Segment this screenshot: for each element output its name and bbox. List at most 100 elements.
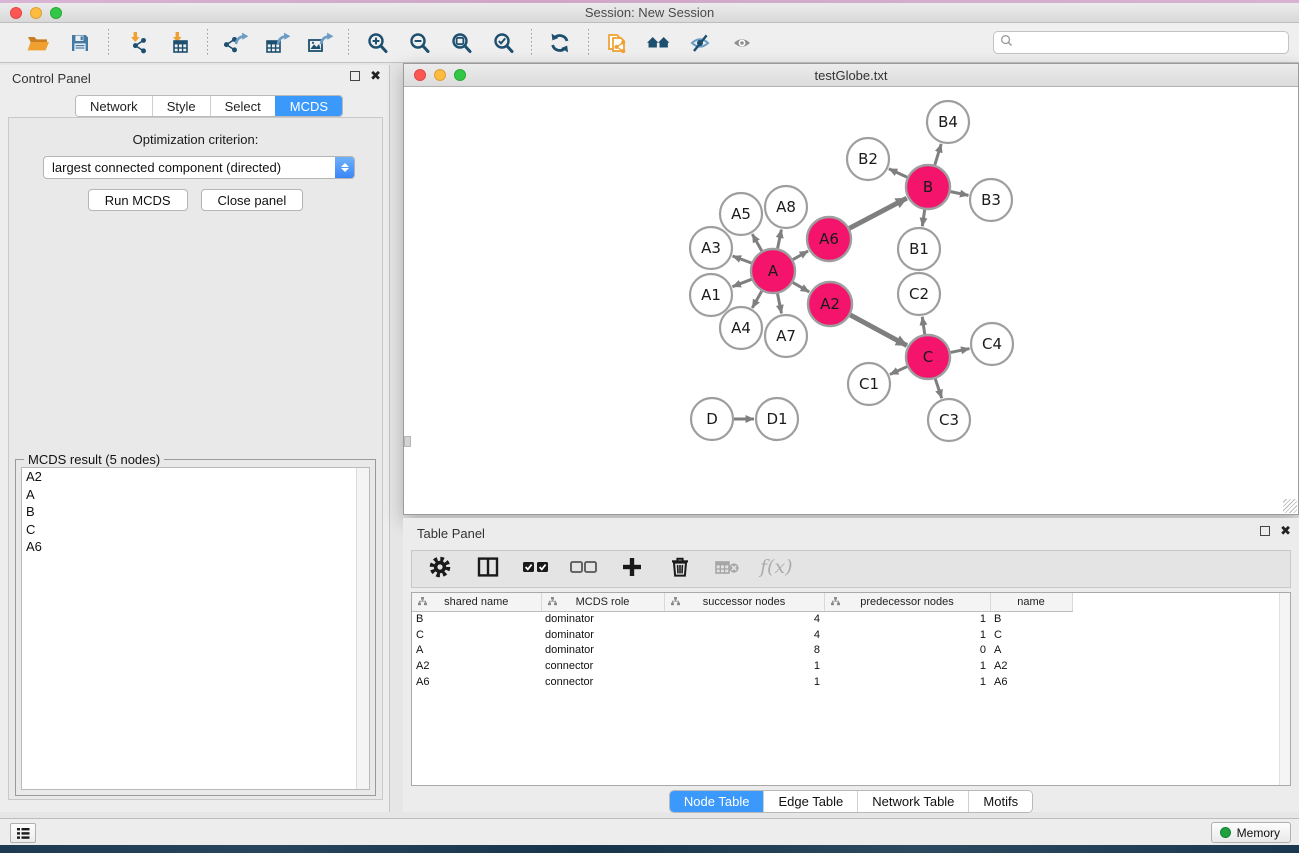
column-header-predecessor-nodes[interactable]: predecessor nodes (824, 593, 990, 611)
search-field[interactable] (993, 31, 1289, 54)
edge-B-B1[interactable] (922, 210, 924, 226)
cell-predecessor-nodes[interactable]: 1 (824, 627, 990, 643)
cell-shared-name[interactable]: A6 (412, 674, 541, 690)
cell-name[interactable]: C (990, 627, 1072, 643)
edge-C-C4[interactable] (951, 349, 970, 353)
edge-A-A3[interactable] (733, 256, 752, 263)
table-row[interactable]: Cdominator41C (412, 627, 1080, 643)
mcds-result-item[interactable]: A2 (22, 468, 369, 486)
cell-shared-name[interactable]: A (412, 642, 541, 658)
close-panel-button[interactable]: Close panel (201, 189, 304, 211)
float-panel-icon[interactable] (350, 71, 360, 81)
cell-name[interactable]: A2 (990, 658, 1072, 674)
network-from-file-button[interactable] (599, 27, 635, 59)
graph-node-A8[interactable]: A8 (765, 186, 807, 228)
delete-row-button[interactable] (666, 555, 694, 583)
open-file-button[interactable] (20, 27, 56, 59)
criterion-dropdown[interactable]: largest connected component (directed) (43, 156, 355, 179)
zoom-in-button[interactable] (359, 27, 395, 59)
cell-name[interactable]: A (990, 642, 1072, 658)
column-header-successor-nodes[interactable]: successor nodes (664, 593, 824, 611)
graph-node-C[interactable]: C (906, 335, 950, 379)
import-network-button[interactable] (119, 27, 155, 59)
tab-network[interactable]: Network (76, 96, 152, 116)
show-details-button[interactable] (725, 27, 761, 59)
edge-A-A8[interactable] (778, 230, 782, 249)
cell-successor-nodes[interactable]: 4 (664, 627, 824, 643)
cell-successor-nodes[interactable]: 1 (664, 674, 824, 690)
edge-B-B4[interactable] (935, 144, 941, 165)
column-header-MCDS-role[interactable]: MCDS role (541, 593, 664, 611)
tab-mcds[interactable]: MCDS (275, 96, 342, 116)
cell-name[interactable]: A6 (990, 674, 1072, 690)
import-table-button[interactable] (161, 27, 197, 59)
graph-node-B[interactable]: B (906, 165, 950, 209)
gear-button[interactable] (426, 555, 454, 583)
edge-A6-B[interactable] (849, 198, 906, 228)
table-float-panel-icon[interactable] (1260, 526, 1270, 536)
cell-predecessor-nodes[interactable]: 1 (824, 611, 990, 627)
export-image-button[interactable] (302, 27, 338, 59)
cell-MCDS-role[interactable]: dominator (541, 611, 664, 627)
cell-successor-nodes[interactable]: 8 (664, 642, 824, 658)
edge-C-C2[interactable] (922, 317, 924, 334)
edge-A-A2[interactable] (793, 283, 809, 292)
graph-node-A7[interactable]: A7 (765, 315, 807, 357)
graph-node-D1[interactable]: D1 (756, 398, 798, 440)
mcds-result-item[interactable]: B (22, 503, 369, 521)
tab-edge-table[interactable]: Edge Table (763, 791, 857, 812)
graph-node-A2[interactable]: A2 (808, 282, 852, 326)
edge-B-B3[interactable] (951, 192, 969, 196)
table-close-panel-icon[interactable]: ✖ (1280, 526, 1291, 536)
edge-A2-C[interactable] (850, 315, 907, 346)
edge-A-A6[interactable] (793, 251, 808, 260)
graph-node-A5[interactable]: A5 (720, 193, 762, 235)
graph-node-C2[interactable]: C2 (898, 273, 940, 315)
zoom-out-button[interactable] (401, 27, 437, 59)
result-list-scrollbar[interactable] (356, 468, 369, 789)
edge-A-A1[interactable] (732, 279, 751, 286)
graph-node-B4[interactable]: B4 (927, 101, 969, 143)
cell-shared-name[interactable]: A2 (412, 658, 541, 674)
canvas-scroll-nub[interactable] (404, 436, 411, 447)
cell-successor-nodes[interactable]: 4 (664, 611, 824, 627)
memory-button[interactable]: Memory (1211, 822, 1291, 843)
edge-C-C1[interactable] (890, 367, 907, 375)
close-panel-icon[interactable]: ✖ (370, 71, 381, 81)
cell-MCDS-role[interactable]: connector (541, 674, 664, 690)
edge-B-B2[interactable] (889, 169, 907, 178)
edge-A-A7[interactable] (778, 294, 782, 314)
graph-node-D[interactable]: D (691, 398, 733, 440)
tab-select[interactable]: Select (210, 96, 275, 116)
split-panel-button[interactable] (474, 555, 502, 583)
graph-node-C1[interactable]: C1 (848, 363, 890, 405)
mcds-result-item[interactable]: A (22, 486, 369, 504)
mcds-result-list[interactable]: A2ABCA6 (21, 467, 370, 790)
cell-MCDS-role[interactable]: dominator (541, 627, 664, 643)
refresh-layout-button[interactable] (542, 27, 578, 59)
export-network-button[interactable] (218, 27, 254, 59)
hide-details-button[interactable] (683, 27, 719, 59)
table-row[interactable]: A6connector11A6 (412, 674, 1080, 690)
cell-shared-name[interactable]: B (412, 611, 541, 627)
mcds-result-item[interactable]: A6 (22, 538, 369, 556)
cell-MCDS-role[interactable]: connector (541, 658, 664, 674)
graph-node-A6[interactable]: A6 (807, 217, 851, 261)
cell-MCDS-role[interactable]: dominator (541, 642, 664, 658)
search-input[interactable] (1017, 36, 1282, 50)
graph-node-A[interactable]: A (751, 249, 795, 293)
cell-predecessor-nodes[interactable]: 0 (824, 642, 990, 658)
graph-node-C3[interactable]: C3 (928, 399, 970, 441)
mcds-result-item[interactable]: C (22, 521, 369, 539)
table-row[interactable]: Bdominator41B (412, 611, 1080, 627)
export-table-button[interactable] (260, 27, 296, 59)
cell-shared-name[interactable]: C (412, 627, 541, 643)
task-history-button[interactable] (10, 823, 36, 843)
run-mcds-button[interactable]: Run MCDS (88, 189, 188, 211)
edge-A-A4[interactable] (752, 291, 761, 308)
table-row[interactable]: A2connector11A2 (412, 658, 1080, 674)
window-resize-grip[interactable] (1283, 499, 1297, 513)
select-all-button[interactable] (522, 555, 550, 583)
cell-predecessor-nodes[interactable]: 1 (824, 658, 990, 674)
graph-node-A4[interactable]: A4 (720, 307, 762, 349)
